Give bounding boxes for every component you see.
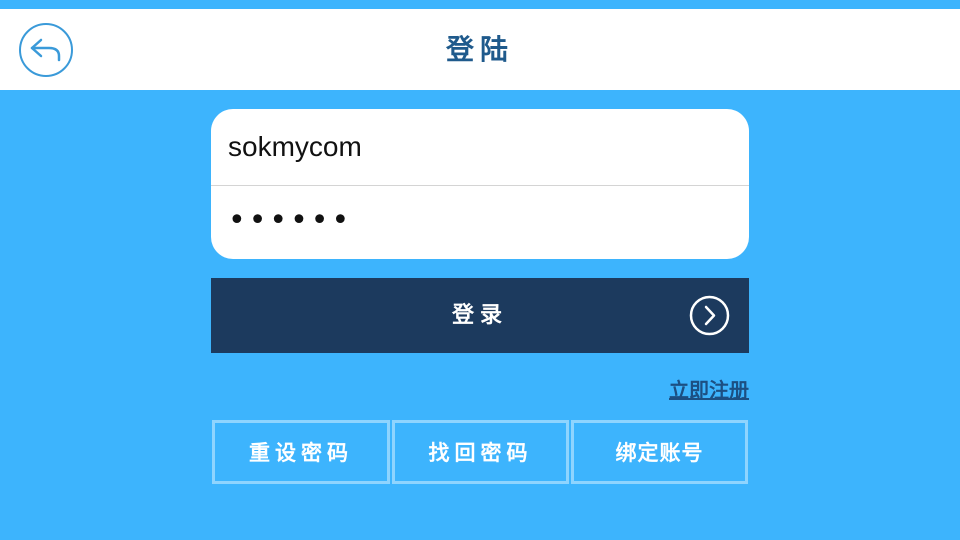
reset-password-button[interactable]: 重设密码	[212, 420, 390, 484]
login-form-card: ••••••	[211, 109, 749, 259]
top-strip	[0, 0, 960, 9]
page-title: 登陆	[445, 33, 514, 66]
bind-account-button[interactable]: 绑定账号	[571, 420, 748, 484]
header-bar: 登陆	[0, 9, 960, 90]
back-button[interactable]	[19, 23, 73, 77]
password-input[interactable]	[211, 186, 749, 259]
login-button-label: 登录	[451, 303, 508, 328]
login-button[interactable]: 登录	[211, 278, 749, 353]
register-link[interactable]: 立即注册	[600, 374, 749, 402]
back-arrow-icon	[30, 38, 61, 62]
username-input[interactable]	[211, 109, 749, 185]
find-password-button[interactable]: 找回密码	[392, 420, 569, 484]
chevron-right-circle-icon	[689, 295, 730, 336]
